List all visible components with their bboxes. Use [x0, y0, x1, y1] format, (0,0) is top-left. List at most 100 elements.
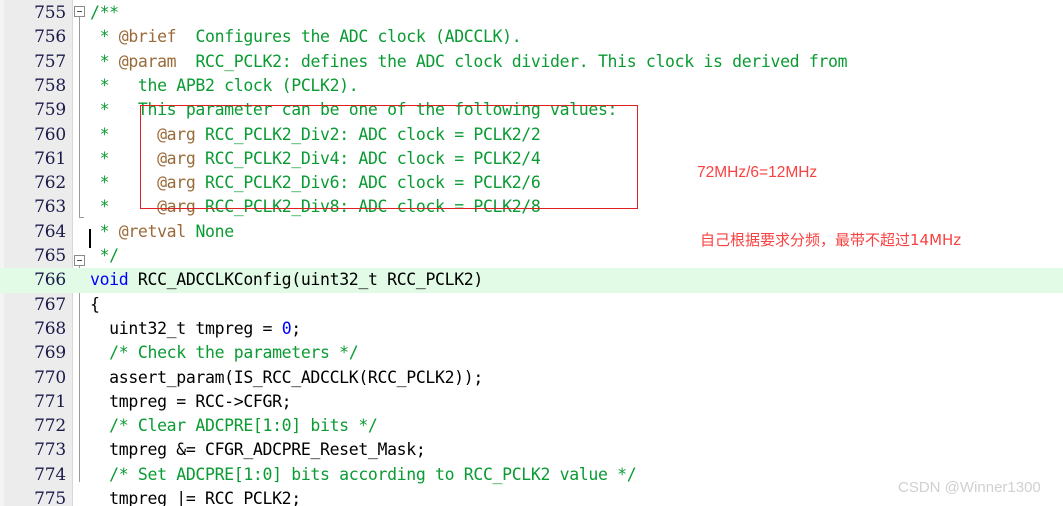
code-line[interactable]: 763 * @arg RCC_PCLK2_Div8: ADC clock = P…	[0, 195, 1063, 219]
code-token-cmt: *	[90, 148, 158, 168]
line-number: 758	[34, 75, 66, 96]
code-token-num: 0	[281, 318, 292, 338]
code-line[interactable]: 773 tmpreg &= CFGR_ADCPRE_Reset_Mask;	[0, 438, 1063, 462]
code-line[interactable]: 755 /**	[0, 1, 1063, 25]
code-token-tag: @param	[118, 51, 177, 71]
code-line[interactable]: 760 * @arg RCC_PCLK2_Div2: ADC clock = P…	[0, 123, 1063, 147]
code-text[interactable]: assert_param(IS_RCC_ADCCLK(RCC_PCLK2));	[90, 366, 483, 390]
code-token-cmt: RCC_PCLK2: defines the ADC clock divider…	[176, 51, 848, 71]
annotation-formula: 72MHz/6=12MHz	[697, 164, 818, 181]
code-line[interactable]: 758 * the APB2 clock (PCLK2).	[0, 74, 1063, 98]
code-text[interactable]: tmpreg |= RCC_PCLK2;	[90, 487, 301, 506]
line-number: 766	[34, 270, 66, 291]
line-number: 756	[34, 27, 66, 48]
line-number: 769	[34, 343, 66, 364]
code-line[interactable]: 756 * @brief Configures the ADC clock (A…	[0, 25, 1063, 49]
code-token-plain: {	[90, 294, 100, 314]
line-number: 770	[34, 367, 66, 388]
code-text[interactable]: tmpreg &= CFGR_ADCPRE_Reset_Mask;	[90, 438, 426, 462]
code-text[interactable]: /**	[90, 1, 119, 25]
code-text[interactable]: * This parameter can be one of the follo…	[90, 98, 618, 122]
code-token-plain: tmpreg = RCC->CFGR;	[90, 391, 292, 411]
line-number: 771	[34, 391, 66, 412]
code-text[interactable]: * @retval None	[90, 220, 235, 244]
code-token-plain: tmpreg &= CFGR_ADCPRE_Reset_Mask;	[90, 440, 426, 460]
line-number: 757	[34, 51, 66, 72]
code-text[interactable]: * @brief Configures the ADC clock (ADCCL…	[90, 25, 522, 49]
code-token-cmt: /* Check the parameters */	[90, 343, 359, 363]
code-token-cmt: *	[90, 124, 158, 144]
line-number: 775	[34, 489, 66, 506]
code-token-cmt: RCC_PCLK2_Div8: ADC clock = PCLK2/8	[195, 197, 541, 217]
code-token-plain: uint32_t tmpreg =	[90, 318, 282, 338]
code-text[interactable]: uint32_t tmpreg = 0;	[90, 317, 301, 341]
code-line[interactable]: 762 * @arg RCC_PCLK2_Div6: ADC clock = P…	[0, 171, 1063, 195]
code-text[interactable]: * @arg RCC_PCLK2_Div6: ADC clock = PCLK2…	[90, 171, 541, 195]
code-token-tag: @arg	[157, 197, 196, 217]
code-token-tag: @arg	[157, 173, 196, 193]
line-number: 762	[34, 173, 66, 194]
code-text[interactable]: /* Set ADCPRE[1:0] bits according to RCC…	[90, 463, 636, 487]
code-token-cmt: /* Clear ADCPRE[1:0] bits */	[90, 416, 378, 436]
line-number: 768	[34, 318, 66, 339]
code-token-cmt: /**	[90, 3, 119, 22]
code-text[interactable]: /* Check the parameters */	[90, 341, 359, 365]
code-token-cmt: */	[90, 246, 120, 265]
text-caret	[89, 229, 91, 248]
code-token-plain: ;	[291, 318, 301, 338]
code-line[interactable]: 769 /* Check the parameters */	[0, 341, 1063, 365]
annotation-note-chinese: 自己根据要求分频，最带不超过14MHz	[700, 231, 962, 249]
code-text[interactable]: * the APB2 clock (PCLK2).	[90, 74, 359, 98]
code-token-plain: tmpreg |= RCC_PCLK2;	[90, 489, 301, 506]
line-number: 755	[34, 3, 66, 23]
code-editor: 755 /** 756 * @brief Configures the ADC cl…	[0, 0, 1063, 506]
code-line[interactable]: 766 void RCC_ADCCLKConfig(uint32_t RCC_PC…	[0, 268, 1063, 293]
code-token-tag: @retval	[118, 221, 186, 241]
code-line[interactable]: 771 tmpreg = RCC->CFGR;	[0, 390, 1063, 414]
code-token-kw: void	[90, 270, 129, 290]
code-token-cmt: * the APB2 clock (PCLK2).	[90, 75, 359, 95]
code-token-plain: RCC_ADCCLKConfig(uint32_t RCC_PCLK2)	[128, 270, 483, 290]
code-token-cmt: None	[185, 221, 234, 241]
line-number: 759	[34, 100, 66, 121]
line-number: 767	[34, 294, 66, 315]
code-token-tag: @arg	[157, 148, 196, 168]
code-token-cmt: RCC_PCLK2_Div6: ADC clock = PCLK2/6	[195, 173, 541, 193]
code-line[interactable]: 772 /* Clear ADCPRE[1:0] bits */	[0, 414, 1063, 438]
code-token-cmt: RCC_PCLK2_Div4: ADC clock = PCLK2/4	[195, 148, 541, 168]
code-text[interactable]: * @arg RCC_PCLK2_Div8: ADC clock = PCLK2…	[90, 195, 541, 219]
code-token-cmt: *	[90, 173, 158, 193]
line-number: 760	[34, 124, 66, 145]
line-number: 764	[34, 221, 66, 242]
code-text[interactable]: * @arg RCC_PCLK2_Div2: ADC clock = PCLK2…	[90, 123, 541, 147]
code-text[interactable]: tmpreg = RCC->CFGR;	[90, 390, 291, 414]
code-line[interactable]: 767 {	[0, 293, 1063, 317]
code-token-cmt: RCC_PCLK2_Div2: ADC clock = PCLK2/2	[195, 124, 541, 144]
line-number: 765	[34, 246, 66, 266]
code-token-cmt: *	[90, 221, 119, 241]
code-token-cmt: Configures the ADC clock (ADCCLK).	[176, 27, 522, 47]
code-token-cmt: *	[90, 197, 158, 217]
code-token-cmt: *	[90, 27, 119, 47]
code-token-tag: @arg	[157, 124, 196, 144]
line-number: 774	[34, 464, 66, 485]
line-number: 773	[34, 440, 66, 461]
line-number: 772	[34, 416, 66, 437]
line-number: 761	[34, 148, 66, 169]
line-number: 763	[34, 197, 66, 218]
code-text[interactable]: /* Clear ADCPRE[1:0] bits */	[90, 414, 378, 438]
code-token-cmt: *	[90, 51, 119, 71]
code-text[interactable]: * @arg RCC_PCLK2_Div4: ADC clock = PCLK2…	[90, 147, 541, 171]
code-text[interactable]: * @param RCC_PCLK2: defines the ADC cloc…	[90, 50, 848, 74]
code-line[interactable]: 757 * @param RCC_PCLK2: defines the ADC …	[0, 50, 1063, 74]
code-line[interactable]: 770 assert_param(IS_RCC_ADCCLK(RCC_PCLK2…	[0, 366, 1063, 390]
code-token-tag: @brief	[118, 27, 177, 47]
code-text[interactable]: */	[90, 244, 120, 268]
code-text[interactable]: void RCC_ADCCLKConfig(uint32_t RCC_PCLK2…	[90, 268, 483, 292]
code-token-cmt: * This parameter can be one of the follo…	[90, 100, 618, 120]
code-line[interactable]: 761 * @arg RCC_PCLK2_Div4: ADC clock = P…	[0, 147, 1063, 171]
code-token-plain: assert_param(IS_RCC_ADCCLK(RCC_PCLK2));	[90, 367, 483, 387]
code-text[interactable]: {	[90, 293, 100, 317]
code-line[interactable]: 768 uint32_t tmpreg = 0;	[0, 317, 1063, 341]
code-line[interactable]: 759 * This parameter can be one of the f…	[0, 98, 1063, 122]
